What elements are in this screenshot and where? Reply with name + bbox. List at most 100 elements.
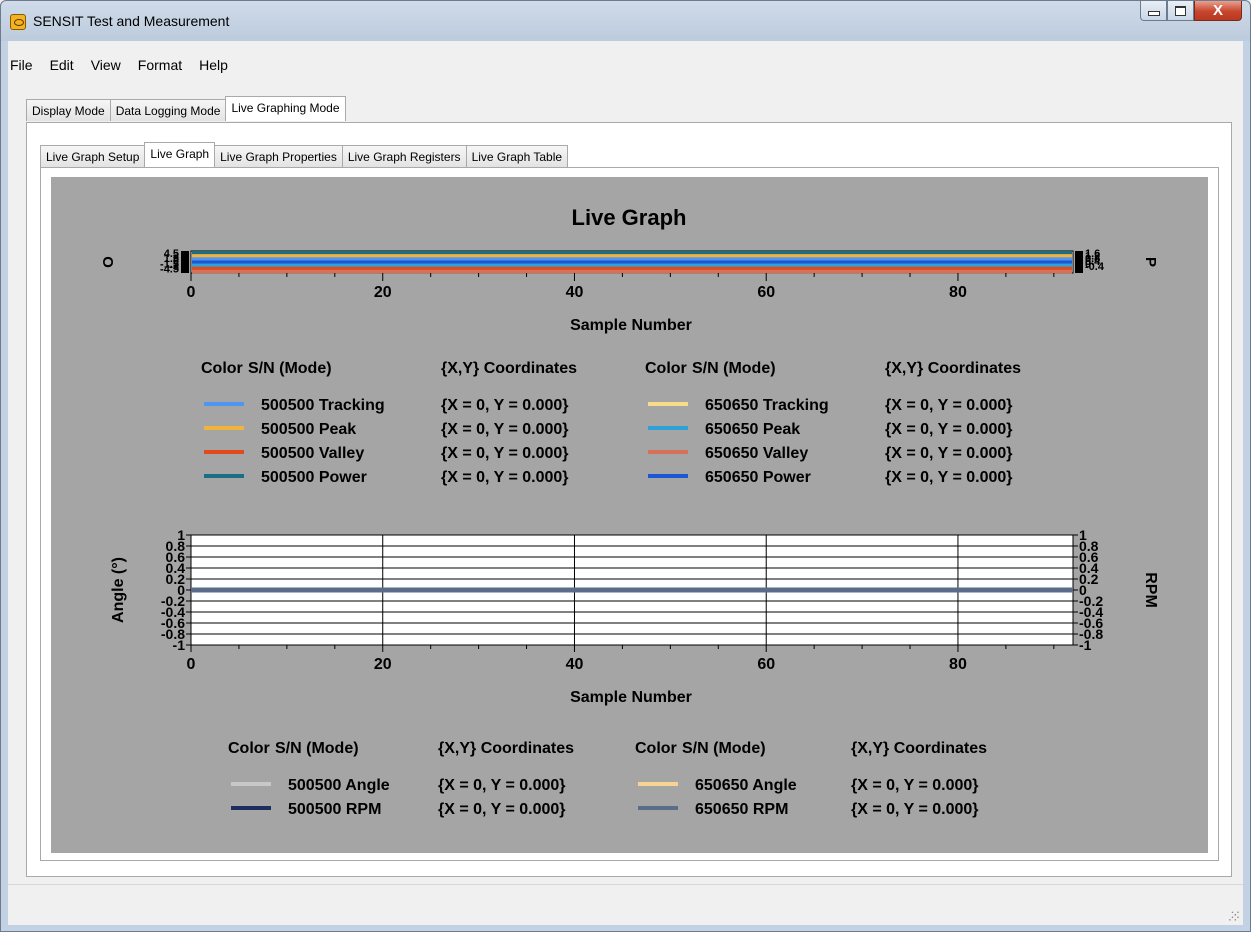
chart2-legend-header-color: Color	[635, 740, 677, 757]
chart2-x-axis-label: Sample Number	[570, 689, 692, 706]
chart1-title: Live Graph	[572, 205, 687, 230]
graph-tabs: Live Graph Setup Live Graph Live Graph P…	[40, 142, 569, 167]
tab-display-mode[interactable]: Display Mode	[26, 99, 111, 121]
chart1-x-axis-label: Sample Number	[570, 317, 692, 334]
menu-file[interactable]: File	[8, 55, 40, 77]
chart2-right-tick-label: -1	[1079, 637, 1092, 653]
chart2-legend-name: 650650 Angle	[695, 777, 797, 794]
chart2-legend-coords: {X = 0, Y = 0.000}	[438, 801, 566, 818]
chart2-x-tick-label: 20	[374, 656, 392, 673]
chart1-legend-coords: {X = 0, Y = 0.000}	[441, 421, 569, 438]
chart1-x-tick-label: 20	[374, 284, 392, 301]
chart1-legend-name: 650650 Tracking	[705, 397, 829, 414]
caption-buttons: X	[1140, 1, 1242, 23]
chart2-legend-header-coords: {X,Y} Coordinates	[851, 740, 987, 757]
chart2-legend-header-color: Color	[228, 740, 270, 757]
chart2-legend-name: 500500 RPM	[288, 801, 381, 818]
chart1-series-band	[192, 263, 1072, 268]
chart2-x-tick-label: 60	[757, 656, 775, 673]
chart2-legend-name: 500500 Angle	[288, 777, 390, 794]
chart1-right-tick-label: -0.4	[1085, 261, 1105, 273]
chart1-right-axis-marks	[1075, 251, 1083, 273]
menu-format[interactable]: Format	[131, 55, 189, 77]
chart1-series-band	[192, 254, 1072, 258]
chart2-legend-header-coords: {X,Y} Coordinates	[438, 740, 574, 757]
title-bar[interactable]: SENSIT Test and Measurement X	[1, 1, 1250, 41]
chart1-legend-name: 650650 Power	[705, 469, 811, 486]
chart1-legend-coords: {X = 0, Y = 0.000}	[885, 445, 1013, 462]
chart1-legend-name: 650650 Valley	[705, 445, 808, 462]
chart1-series-band	[192, 257, 1072, 261]
chart1-legend-name: 500500 Power	[261, 469, 367, 486]
tab-live-graphing-mode[interactable]: Live Graphing Mode	[225, 96, 346, 121]
chart2-right-axis-label: RPM	[1142, 572, 1159, 608]
app-icon[interactable]	[10, 14, 26, 30]
chart1-left-axis-label: O	[100, 256, 117, 268]
chart2-legend-name: 650650 RPM	[695, 801, 788, 818]
chart1-legend-header-sn: S/N (Mode)	[248, 360, 332, 377]
chart1-legend-coords: {X = 0, Y = 0.000}	[885, 421, 1013, 438]
chart1-legend-header-coords: {X,Y} Coordinates	[441, 360, 577, 377]
live-graphing-panel: Live Graph Setup Live Graph Live Graph P…	[26, 122, 1232, 877]
chart1-x-tick-label: 40	[566, 284, 584, 301]
chart2-x-tick-label: 0	[187, 656, 196, 673]
status-bar: ⠐⠔ ⠔⠕	[8, 884, 1243, 925]
menu-help[interactable]: Help	[192, 55, 235, 77]
minimize-button[interactable]	[1140, 1, 1167, 21]
tab-live-graph[interactable]: Live Graph	[144, 142, 216, 167]
chart1-legend-header-coords: {X,Y} Coordinates	[885, 360, 1021, 377]
chart1-legend-header-sn: S/N (Mode)	[692, 360, 776, 377]
chart2-x-tick-label: 80	[949, 656, 967, 673]
maximize-button[interactable]	[1167, 1, 1194, 21]
close-icon: X	[1212, 2, 1223, 19]
chart1-legend-coords: {X = 0, Y = 0.000}	[441, 469, 569, 486]
chart1-series-band	[192, 266, 1072, 271]
chart1-left-tick-label: -4.5	[160, 264, 179, 276]
chart2-legend-coords: {X = 0, Y = 0.000}	[851, 777, 979, 794]
chart1-left-axis-marks	[181, 251, 189, 273]
live-graph-panel: Live Graph 4.5 3 1.5 0 -1.5 -3 -4.5 1.6 1.2 0.8 0.4…	[40, 167, 1219, 861]
chart1-legend-coords: {X = 0, Y = 0.000}	[441, 397, 569, 414]
tab-live-graph-setup[interactable]: Live Graph Setup	[40, 145, 146, 167]
chart1-series-band	[192, 251, 1072, 255]
tab-live-graph-table[interactable]: Live Graph Table	[465, 145, 569, 167]
chart1-legend-coords: {X = 0, Y = 0.000}	[885, 397, 1013, 414]
tab-live-graph-registers[interactable]: Live Graph Registers	[341, 145, 467, 167]
menu-bar: File Edit View Format Help	[8, 55, 238, 77]
menu-edit[interactable]: Edit	[43, 55, 81, 77]
chart2-legend-header-sn: S/N (Mode)	[682, 740, 766, 757]
close-button[interactable]: X	[1194, 1, 1242, 21]
app-window: SENSIT Test and Measurement X File Edit …	[0, 0, 1251, 932]
chart1-series-band	[192, 269, 1072, 274]
live-graph-canvas[interactable]: Live Graph4.531.50-1.5-3-4.51.61.20.80.4…	[51, 177, 1208, 853]
chart1-legend-name: 500500 Tracking	[261, 397, 385, 414]
chart1-legend-header-color: Color	[645, 360, 687, 377]
tab-data-logging-mode[interactable]: Data Logging Mode	[109, 99, 227, 121]
menu-view[interactable]: View	[84, 55, 128, 77]
client-area: File Edit View Format Help Display Mode …	[8, 41, 1243, 925]
maximize-icon	[1175, 5, 1186, 16]
chart2-legend-coords: {X = 0, Y = 0.000}	[851, 801, 979, 818]
chart1-legend-name: 500500 Peak	[261, 421, 356, 438]
chart2-legend-header-sn: S/N (Mode)	[275, 740, 359, 757]
resize-grip-icon[interactable]: ⠐⠔ ⠔⠕	[1228, 909, 1240, 923]
chart1-x-tick-label: 60	[757, 284, 775, 301]
chart2-left-tick-label: -1	[173, 637, 186, 653]
mode-tabs: Display Mode Data Logging Mode Live Grap…	[26, 96, 346, 121]
minimize-icon	[1147, 11, 1160, 16]
chart1-series-band	[192, 260, 1072, 264]
chart1-legend-name: 500500 Valley	[261, 445, 364, 462]
chart1-legend-coords: {X = 0, Y = 0.000}	[441, 445, 569, 462]
graph-area: Live Graph 4.5 3 1.5 0 -1.5 -3 -4.5 1.6 1.2 0.8 0.4…	[51, 177, 1208, 853]
chart2-legend-coords: {X = 0, Y = 0.000}	[438, 777, 566, 794]
chart1-legend-coords: {X = 0, Y = 0.000}	[885, 469, 1013, 486]
tab-live-graph-properties[interactable]: Live Graph Properties	[214, 145, 343, 167]
window-title: SENSIT Test and Measurement	[33, 13, 230, 29]
chart1-right-axis-label: P	[1142, 257, 1159, 267]
chart1-legend-name: 650650 Peak	[705, 421, 800, 438]
chart2-left-axis-label: Angle (°)	[110, 557, 127, 623]
chart2-x-tick-label: 40	[566, 656, 584, 673]
chart1-x-tick-label: 0	[187, 284, 196, 301]
chart1-legend-header-color: Color	[201, 360, 243, 377]
chart1-x-tick-label: 80	[949, 284, 967, 301]
